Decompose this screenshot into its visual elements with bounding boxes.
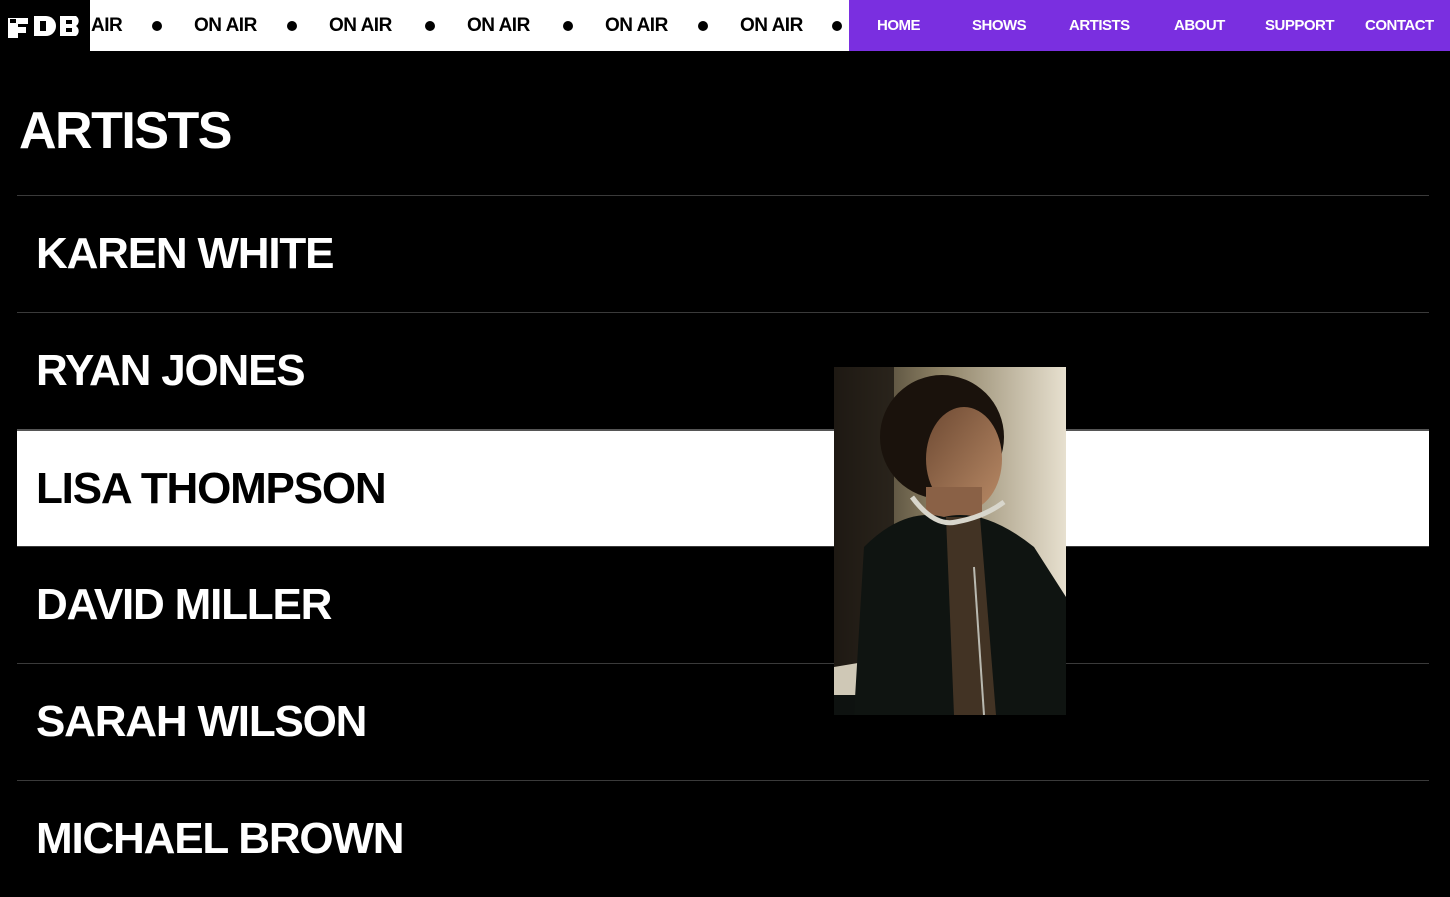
ticker-dot-icon <box>287 21 297 31</box>
ticker-text: ON AIR <box>605 15 668 36</box>
main-nav: HOME SHOWS ARTISTS ABOUT SUPPORT CONTACT <box>849 0 1450 51</box>
ticker-text: AIR <box>91 15 123 36</box>
artist-name: MICHAEL BROWN <box>36 814 405 863</box>
ticker-text: ON AIR <box>194 15 257 36</box>
ticker-dot-icon <box>832 21 842 31</box>
ticker-dot-icon <box>152 21 162 31</box>
artist-name: SARAH WILSON <box>36 697 367 746</box>
nav-contact[interactable]: CONTACT <box>1365 17 1434 34</box>
page-title: ARTISTS <box>19 102 232 160</box>
artist-row-active[interactable]: LISA THOMPSON <box>17 429 1429 546</box>
artist-name: KAREN WHITE <box>36 229 334 278</box>
top-bar: AIR ON AIR ON AIR ON AIR ON AIR ON AIR H… <box>0 0 1450 51</box>
artist-row[interactable]: DAVID MILLER <box>17 546 1429 663</box>
artist-name: DAVID MILLER <box>36 580 332 629</box>
ticker-text: ON AIR <box>467 15 530 36</box>
ticker-dot-icon <box>425 21 435 31</box>
nav-home[interactable]: HOME <box>877 17 921 34</box>
nav-about[interactable]: ABOUT <box>1174 17 1225 34</box>
nav-artists[interactable]: ARTISTS <box>1069 17 1130 34</box>
ticker-text: ON AIR <box>329 15 392 36</box>
artist-row[interactable]: SARAH WILSON <box>17 663 1429 780</box>
artist-portrait-image <box>834 367 1066 715</box>
on-air-ticker: AIR ON AIR ON AIR ON AIR ON AIR ON AIR <box>90 0 849 51</box>
logo-icon <box>8 15 79 38</box>
ticker-dot-icon <box>698 21 708 31</box>
ticker-text: ON AIR <box>740 15 803 36</box>
artist-row[interactable]: KAREN WHITE <box>17 195 1429 312</box>
site-logo[interactable] <box>0 0 90 51</box>
portrait-icon <box>834 367 1066 715</box>
artist-list: KAREN WHITE RYAN JONES LISA THOMPSON DAV… <box>17 195 1429 897</box>
artist-name: LISA THOMPSON <box>36 463 387 513</box>
ticker-dot-icon <box>563 21 573 31</box>
artist-row[interactable]: MICHAEL BROWN <box>17 780 1429 897</box>
nav-support[interactable]: SUPPORT <box>1265 17 1335 34</box>
nav-shows[interactable]: SHOWS <box>972 17 1027 34</box>
artist-row[interactable]: RYAN JONES <box>17 312 1429 429</box>
artist-name: RYAN JONES <box>36 346 306 395</box>
